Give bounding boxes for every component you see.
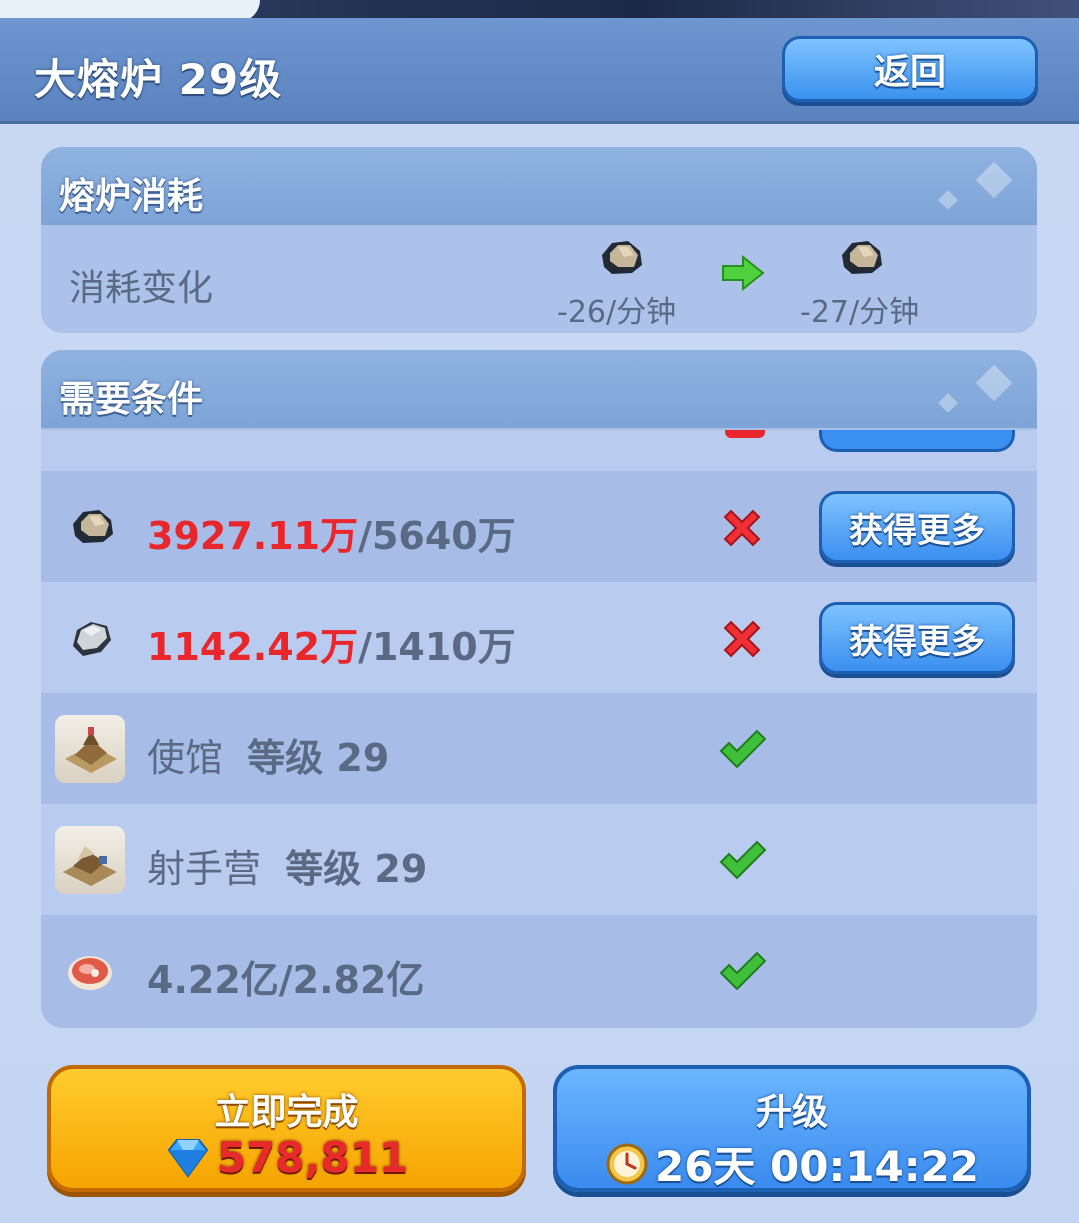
coal-current: 3927.11万: [147, 514, 359, 558]
meat-icon: [68, 956, 112, 990]
get-more-button-label: 获得更多: [849, 510, 985, 551]
instant-finish-label: 立即完成: [214, 1092, 359, 1133]
decor-diamond: [975, 364, 1013, 402]
decor-diamond: [975, 161, 1013, 199]
meat-required: /2.82亿: [278, 958, 425, 1002]
back-button[interactable]: 返回: [782, 36, 1038, 102]
stone-icon: [73, 622, 111, 656]
coal-amount: 3927.11万/5640万: [147, 505, 516, 560]
checkmark-icon: [719, 729, 767, 769]
consumption-panel-title: 熔炉消耗: [59, 176, 204, 217]
stone-amount: 1142.42万/1410万: [147, 616, 516, 671]
upgrade-label: 升级: [755, 1092, 828, 1133]
stone-required: /1410万: [358, 625, 516, 669]
cross-icon: [723, 509, 761, 547]
get-more-button-partial[interactable]: [819, 430, 1015, 452]
stone-current: 1142.42万: [147, 625, 359, 669]
list-item-partial: [41, 430, 1037, 471]
get-more-coal-button[interactable]: 获得更多: [819, 491, 1015, 563]
archer-camp-requirement: 射手营 等级 29: [147, 838, 427, 893]
consumption-change-row: 消耗变化 -26/分钟 -27/分钟: [41, 225, 1037, 333]
embassy-level: 等级 29: [247, 736, 390, 780]
consumption-panel-header: 熔炉消耗: [41, 147, 1037, 225]
gem-cost-value: 578,811: [216, 1133, 409, 1182]
gem-icon: [167, 1138, 209, 1178]
current-consumption-rate: -26/分钟: [557, 295, 677, 330]
instant-finish-button[interactable]: 立即完成 578,811: [47, 1065, 526, 1192]
checkmark-icon: [719, 951, 767, 991]
archer-camp-level: 等级 29: [285, 847, 428, 891]
cross-icon: [723, 620, 761, 658]
archer-camp-name: 射手营: [147, 847, 262, 891]
get-more-stone-button[interactable]: 获得更多: [819, 602, 1015, 674]
meat-current: 4.22亿: [147, 958, 279, 1002]
requirement-row-meat: 4.22亿/2.82亿: [41, 915, 1037, 1028]
requirement-row-archer-camp: 射手营 等级 29: [41, 804, 1037, 915]
cross-icon-partial: [725, 430, 765, 438]
requirement-row-coal: 3927.11万/5640万 获得更多: [41, 471, 1037, 582]
next-consumption-rate: -27/分钟: [800, 295, 920, 330]
coal-required: /5640万: [358, 514, 516, 558]
decor-diamond: [938, 190, 958, 210]
embassy-name: 使馆: [147, 736, 224, 780]
page-title: 大熔炉 29级: [34, 55, 283, 104]
requirements-panel-header: 需要条件: [41, 350, 1037, 428]
arrow-right-icon: [722, 255, 765, 291]
requirements-panel-title: 需要条件: [59, 379, 204, 420]
embassy-requirement: 使馆 等级 29: [147, 727, 389, 782]
instant-finish-cost: 578,811: [51, 1133, 522, 1182]
coal-icon: [842, 241, 882, 274]
upgrade-screen: 大熔炉 29级 返回 熔炉消耗 消耗变化 -26/分钟 -27/分钟 需要条件 …: [0, 0, 1079, 1223]
embassy-building-icon: [55, 715, 125, 783]
get-more-button-label: 获得更多: [849, 621, 985, 662]
checkmark-icon: [719, 840, 767, 880]
coal-icon: [602, 241, 642, 274]
header-bar: 大熔炉 29级 返回: [0, 18, 1079, 124]
requirements-panel: 需要条件 3927.11万/5640万 获得更多 1142.42万/1410万 …: [41, 350, 1037, 1028]
consumption-change-label: 消耗变化: [69, 268, 214, 309]
archer-camp-building-icon: [55, 826, 125, 894]
clock-icon: [606, 1143, 648, 1184]
back-button-label: 返回: [873, 52, 946, 93]
consumption-panel: 熔炉消耗 消耗变化 -26/分钟 -27/分钟: [41, 147, 1037, 333]
upgrade-duration: 26天 00:14:22: [557, 1133, 1027, 1194]
decor-diamond: [938, 393, 958, 413]
requirement-row-embassy: 使馆 等级 29: [41, 693, 1037, 804]
requirement-row-stone: 1142.42万/1410万 获得更多: [41, 582, 1037, 693]
meat-amount: 4.22亿/2.82亿: [147, 949, 424, 1004]
upgrade-time-value: 26天 00:14:22: [654, 1142, 979, 1191]
upgrade-button[interactable]: 升级 26天 00:14:22: [553, 1065, 1031, 1192]
coal-icon: [73, 510, 113, 543]
